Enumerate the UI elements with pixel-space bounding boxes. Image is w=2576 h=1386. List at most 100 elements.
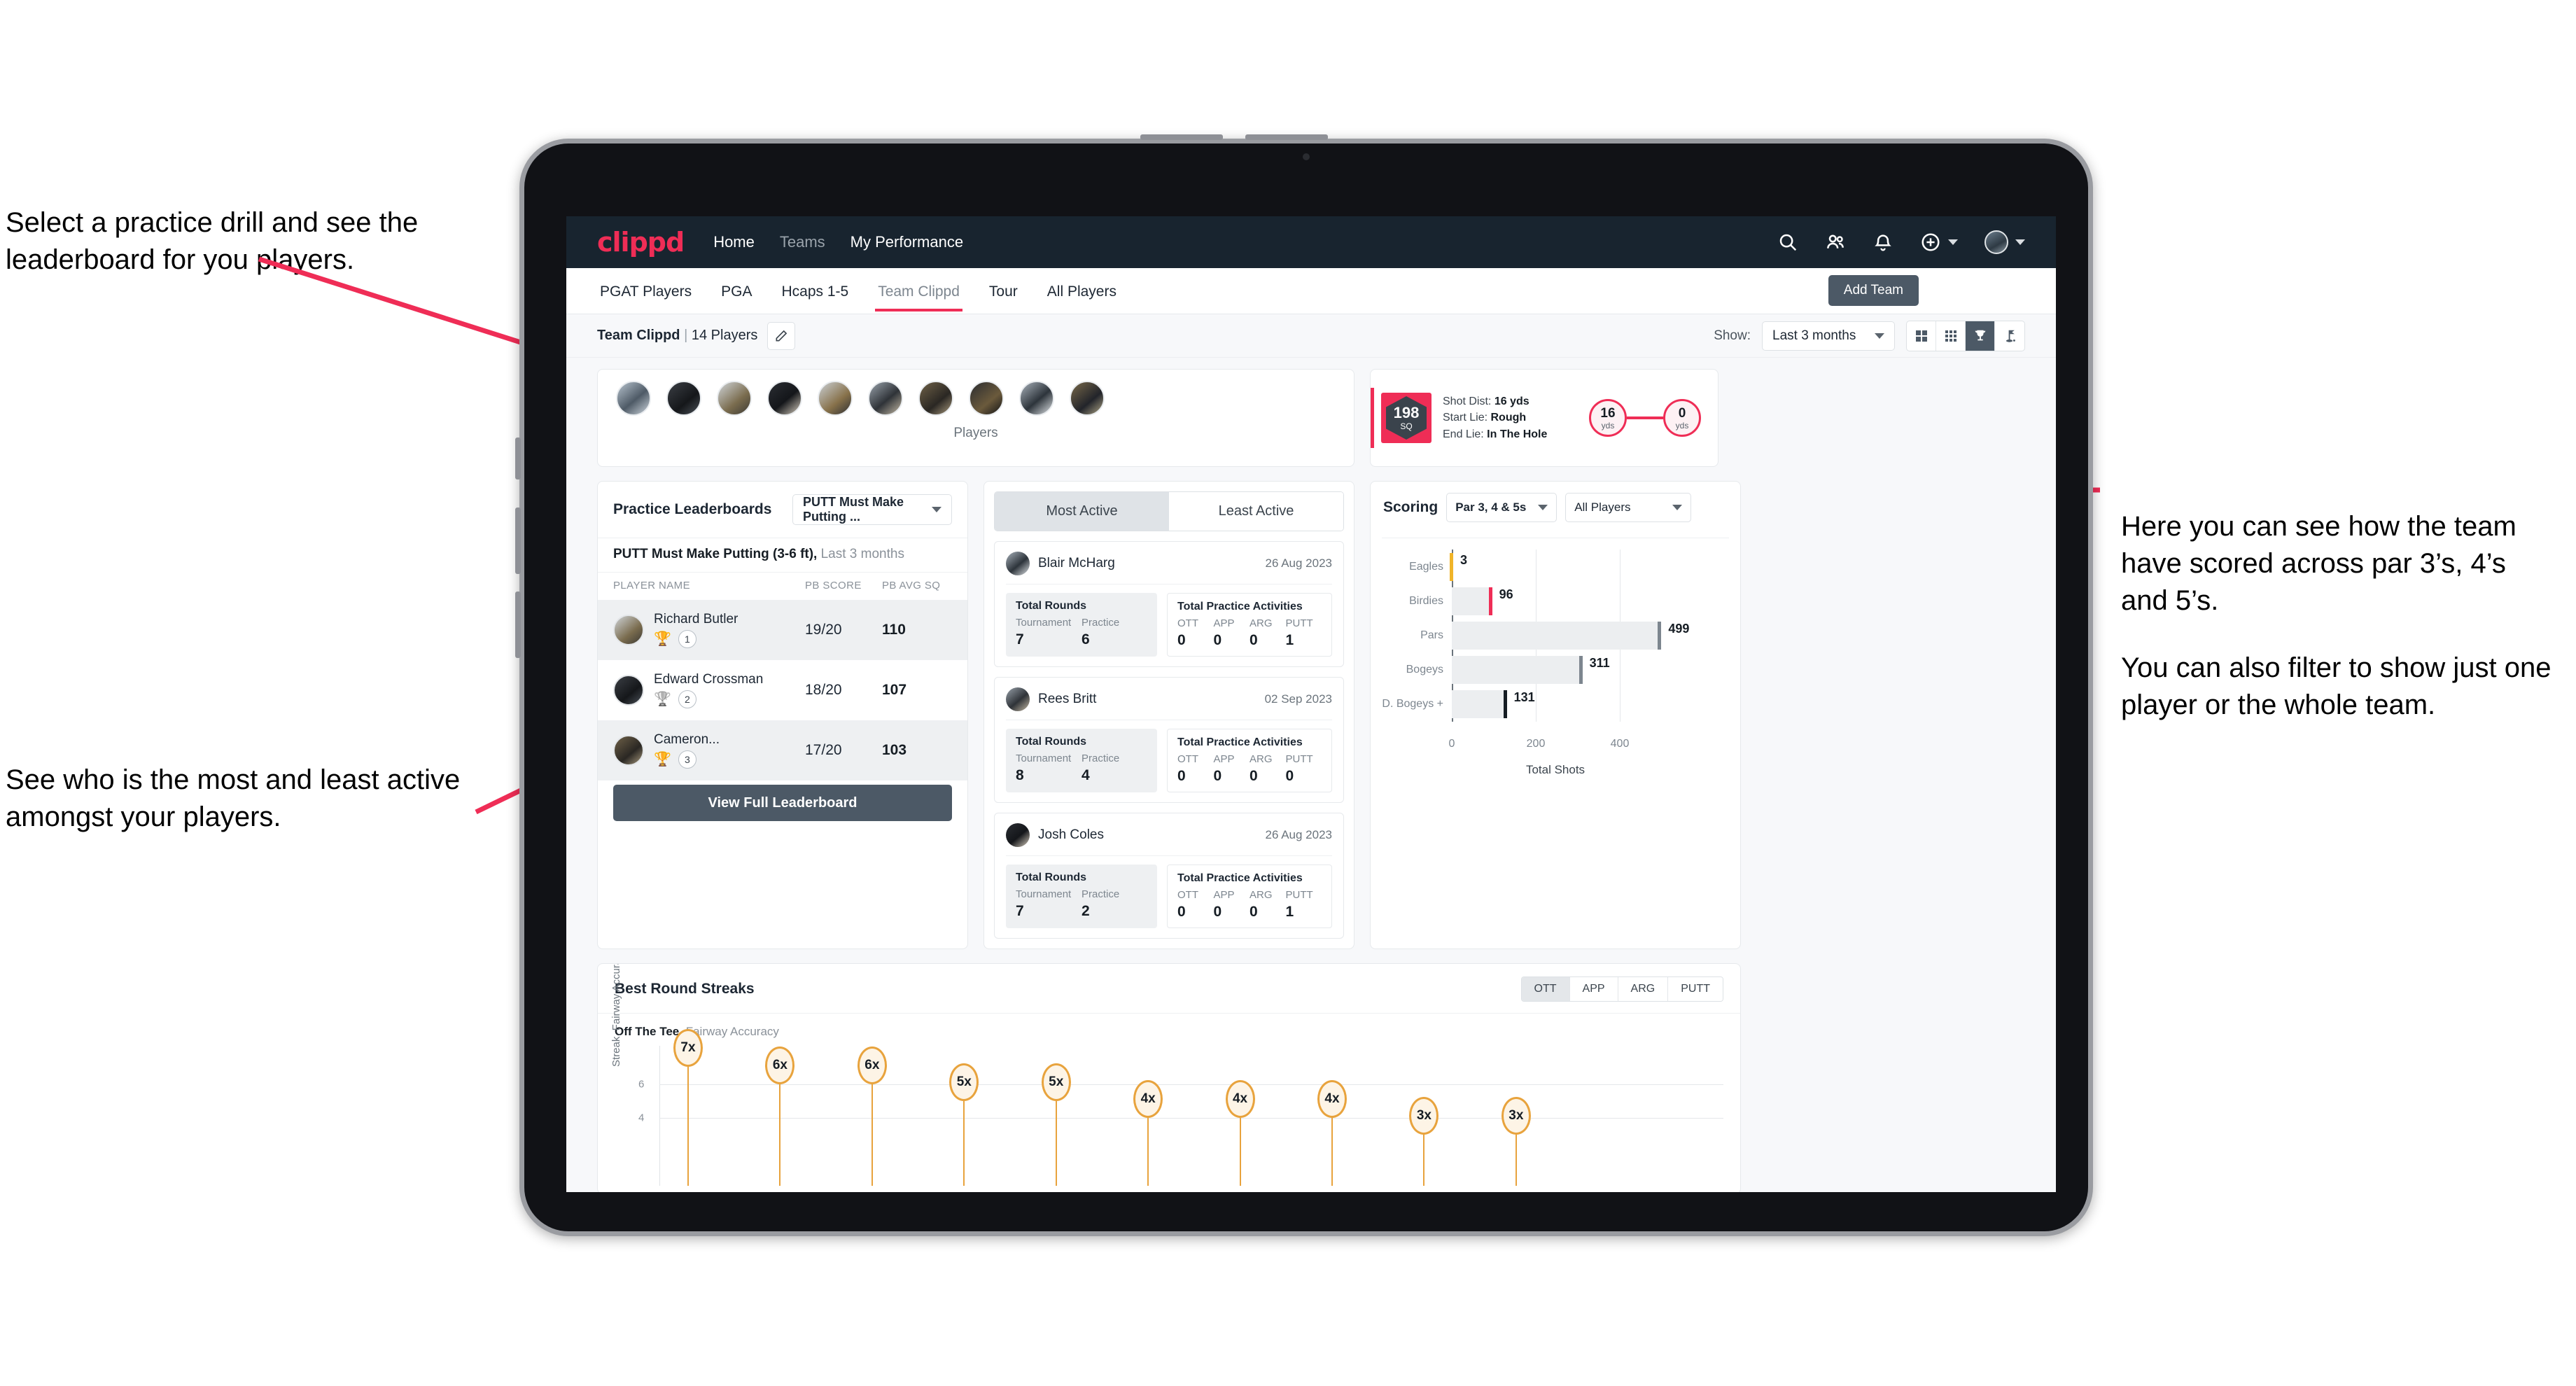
streak-marker[interactable]: 6x <box>857 1046 887 1084</box>
leaderboard-row[interactable]: Cameron... 🏆 3 17/20 103 <box>598 720 967 780</box>
end-lie-row: End Lie: In The Hole <box>1443 426 1547 442</box>
nav-link-home[interactable]: Home <box>713 233 755 251</box>
leaderboard-drill-name: PUTT Must Make Putting (3-6 ft), <box>613 547 818 561</box>
drill-select[interactable]: PUTT Must Make Putting ... <box>792 494 952 525</box>
tab-tour[interactable]: Tour <box>986 271 1021 312</box>
player-avatar[interactable] <box>767 381 802 416</box>
people-icon[interactable] <box>1825 232 1846 253</box>
activity-player-name: Blair McHarg <box>1038 556 1115 570</box>
player-avatar[interactable] <box>717 381 752 416</box>
rounds-tournament-value: 7 <box>1016 631 1024 648</box>
tab-pgat-players[interactable]: PGAT Players <box>597 271 694 312</box>
player-avatar[interactable] <box>616 381 651 416</box>
team-player-count: 14 Players <box>691 328 758 343</box>
date-range-select[interactable]: Last 3 months <box>1762 321 1895 351</box>
shot-detail-lines: Shot Dist: 16 yds Start Lie: Rough End L… <box>1443 393 1547 442</box>
leaderboard-row[interactable]: Edward Crossman 🏆 2 18/20 107 <box>598 660 967 720</box>
rounds-practice-value: 2 <box>1082 903 1090 919</box>
activity-player-card[interactable]: Blair McHarg 26 Aug 2023 Total Rounds To… <box>994 541 1344 667</box>
acts-app: APP 0 <box>1214 753 1250 785</box>
view-mode-grid-3x3[interactable] <box>1936 321 1966 351</box>
streak-stem <box>687 1067 689 1186</box>
streak-marker[interactable]: 3x <box>1501 1097 1531 1135</box>
streak-marker[interactable]: 3x <box>1409 1097 1439 1135</box>
create-menu[interactable] <box>1920 232 1958 253</box>
player-avatar[interactable] <box>666 381 701 416</box>
rounds-practice-label: Practice <box>1082 752 1120 764</box>
view-mode-golf-flag[interactable] <box>1995 321 2024 351</box>
tab-pga[interactable]: PGA <box>718 271 755 312</box>
annotation-left-top: Select a practice drill and see the lead… <box>6 204 496 279</box>
player-filter-select[interactable]: All Players <box>1565 493 1692 522</box>
search-icon[interactable] <box>1777 232 1798 253</box>
streaks-tab-putt[interactable]: PUTT <box>1668 977 1723 1001</box>
leaderboard-player: Cameron... 🏆 3 <box>654 732 805 769</box>
scoring-title: Scoring <box>1383 499 1438 515</box>
practice-activities-columns: OTT 0 APP 0 ARG <box>1177 617 1322 649</box>
acts-ott: OTT 0 <box>1177 889 1214 920</box>
tab-all-players[interactable]: All Players <box>1044 271 1119 312</box>
acts-arg-label: ARG <box>1250 753 1273 765</box>
team-title: Team Clippd | 14 Players <box>597 328 757 344</box>
trophy-icon: 🏆 <box>654 752 671 767</box>
acts-arg-value: 0 <box>1250 632 1258 648</box>
rounds-tournament: Tournament 8 <box>1016 752 1082 784</box>
total-rounds-box: Total Rounds Tournament 7 Practice <box>1006 864 1157 928</box>
streak-marker[interactable]: 6x <box>765 1046 795 1084</box>
streak-marker[interactable]: 4x <box>1225 1080 1255 1118</box>
shot-summary-card: 198 SQ Shot Dist: 16 yds Start Lie: Roug… <box>1370 369 1718 467</box>
chevron-down-icon <box>1948 239 1958 245</box>
player-avatar[interactable] <box>1070 381 1105 416</box>
player-avatar[interactable] <box>1019 381 1054 416</box>
nav-link-teams[interactable]: Teams <box>780 233 825 251</box>
topnav-actions <box>1777 230 2025 254</box>
acts-ott-label: OTT <box>1177 617 1198 629</box>
streaks-gridline <box>659 1118 1723 1119</box>
tab-most-active[interactable]: Most Active <box>995 492 1169 531</box>
scoring-bar-value: 3 <box>1460 552 1468 567</box>
acts-putt-label: PUTT <box>1285 753 1313 765</box>
plus-circle-icon[interactable] <box>1920 232 1941 253</box>
leaderboard-row[interactable]: Richard Butler 🏆 1 19/20 110 <box>598 600 967 660</box>
streak-marker[interactable]: 4x <box>1317 1080 1347 1118</box>
acts-ott-value: 0 <box>1177 768 1186 784</box>
streaks-tab-arg[interactable]: ARG <box>1618 977 1669 1001</box>
acts-ott: OTT 0 <box>1177 753 1214 785</box>
start-lie-label: Start Lie: <box>1443 412 1488 424</box>
par-filter-select[interactable]: Par 3, 4 & 5s <box>1446 493 1558 522</box>
player-avatar[interactable] <box>868 381 903 416</box>
activity-player-card[interactable]: Rees Britt 02 Sep 2023 Total Rounds Tour… <box>994 677 1344 803</box>
acts-arg-value: 0 <box>1250 768 1258 784</box>
streak-stem <box>1147 1118 1149 1186</box>
streaks-tab-ott[interactable]: OTT <box>1521 977 1570 1001</box>
tab-hcaps-1-5[interactable]: Hcaps 1-5 <box>778 271 851 312</box>
view-mode-trophy[interactable] <box>1966 321 1995 351</box>
activity-player-card[interactable]: Josh Coles 26 Aug 2023 Total Rounds Tour… <box>994 813 1344 939</box>
edit-team-button[interactable] <box>767 321 796 350</box>
player-avatar[interactable] <box>969 381 1004 416</box>
view-full-leaderboard-button[interactable]: View Full Leaderboard <box>613 785 952 821</box>
avatar[interactable] <box>1984 230 2008 254</box>
practice-leaderboards-card: Practice Leaderboards PUTT Must Make Put… <box>597 481 968 949</box>
view-mode-grid-2x2[interactable] <box>1907 321 1936 351</box>
bell-icon[interactable] <box>1872 232 1893 253</box>
nav-link-my-performance[interactable]: My Performance <box>850 233 963 251</box>
clippd-logo[interactable]: clippd <box>597 227 685 258</box>
tab-team-clippd[interactable]: Team Clippd <box>875 271 962 312</box>
streaks-tab-app[interactable]: APP <box>1569 977 1618 1001</box>
player-avatar[interactable] <box>918 381 953 416</box>
streak-marker[interactable]: 5x <box>1041 1063 1071 1101</box>
streak-marker[interactable]: 7x <box>673 1029 703 1068</box>
tab-least-active[interactable]: Least Active <box>1169 492 1343 531</box>
add-team-button[interactable]: Add Team <box>1828 275 1919 306</box>
team-subheader: Team Clippd | 14 Players Show: Last 3 mo… <box>566 314 2056 358</box>
sq-value: 198 <box>1393 404 1420 421</box>
player-avatar[interactable] <box>818 381 853 416</box>
profile-menu[interactable] <box>1984 230 2025 254</box>
chevron-down-icon <box>1672 505 1683 510</box>
rounds-practice-value: 6 <box>1082 631 1090 648</box>
streak-marker[interactable]: 4x <box>1133 1080 1163 1118</box>
streak-marker[interactable]: 5x <box>949 1063 979 1101</box>
rounds-tournament: Tournament 7 <box>1016 617 1082 648</box>
players-avatar-list <box>616 381 1336 416</box>
